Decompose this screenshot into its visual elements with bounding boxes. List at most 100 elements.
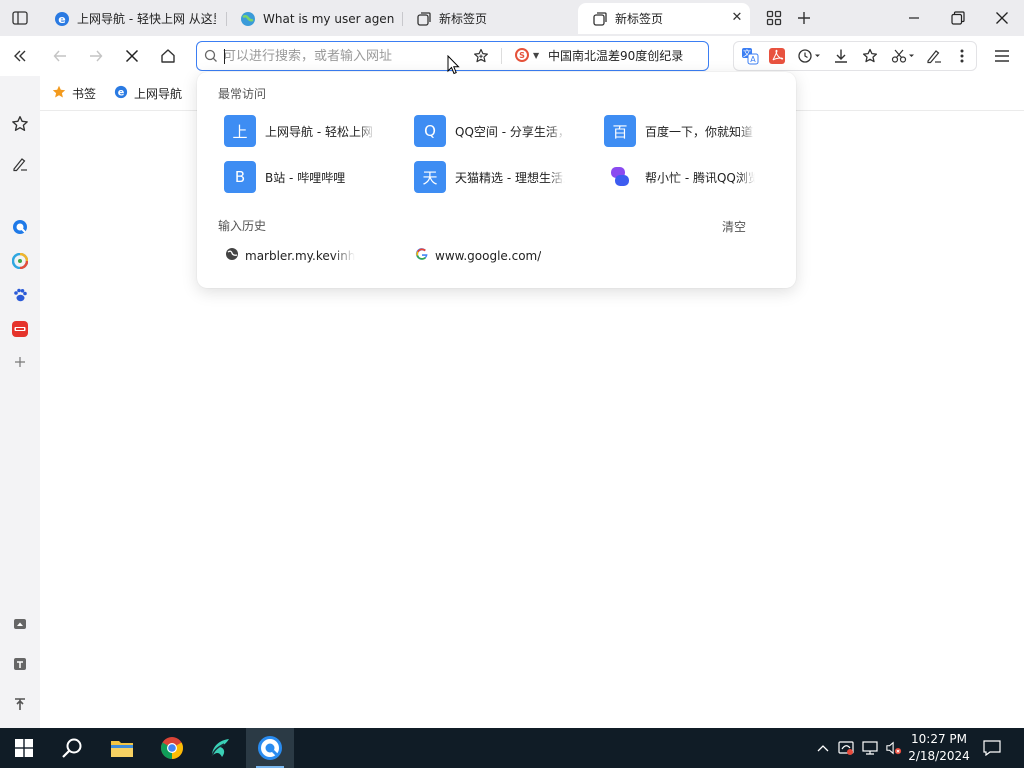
site-initial-tile: 上 [224, 115, 256, 147]
bookmark-folder[interactable]: 书签 [52, 85, 96, 102]
tray-app-icon[interactable] [838, 740, 854, 756]
sidebar-toggle-icon[interactable] [10, 8, 30, 28]
history-text: www.google.com/ [435, 248, 542, 263]
globe-icon [240, 11, 256, 27]
close-icon[interactable]: ✕ [730, 11, 744, 25]
address-suggestion-dropdown: 最常访问 上 上网导航 - 轻松上网，从这里开始 Q QQ空间 - 分享生活，留… [197, 72, 796, 288]
network-icon[interactable] [862, 740, 878, 756]
site-name: 百度一下，你就知道 [645, 124, 754, 139]
forward-icon[interactable] [85, 45, 107, 67]
start-button[interactable] [0, 728, 48, 768]
clock-time: 10:27 PM [911, 732, 967, 746]
helper-app-icon [604, 161, 636, 193]
download-icon[interactable] [831, 46, 851, 66]
close-window-button[interactable] [990, 6, 1014, 30]
url-input[interactable] [223, 46, 443, 66]
edit-sign-icon[interactable] [924, 46, 944, 66]
input-history-heading: 输入历史 [218, 219, 267, 233]
qq-browser-taskbar-icon[interactable] [246, 728, 294, 768]
globe-icon [225, 247, 239, 264]
frequent-site-item[interactable]: B B站 - 哔哩哔哩 [224, 161, 394, 193]
bookmark-label: 上网导航 [134, 87, 183, 101]
hot-search-suggestion[interactable]: 中国南北温差90度创纪录 [548, 47, 683, 64]
more-vertical-icon[interactable] [952, 46, 972, 66]
site-initial-tile: Q [414, 115, 446, 147]
minimize-button[interactable] [902, 6, 926, 30]
frequent-site-item[interactable]: 百 百度一下，你就知道 [604, 115, 774, 147]
ie-e-icon: e [114, 85, 128, 102]
clock-date: 2/18/2024 [908, 749, 970, 763]
notes-pen-icon[interactable] [10, 154, 30, 174]
frequent-site-item[interactable]: 上 上网导航 - 轻松上网，从这里开始 [224, 115, 394, 147]
svg-text:e: e [118, 88, 125, 99]
tab-new-tab[interactable]: 新标签页 [402, 3, 572, 34]
text-tool-icon[interactable] [10, 654, 30, 674]
divider [501, 48, 502, 64]
star-folder-icon [52, 85, 66, 102]
tab-user-agent[interactable]: What is my user agent? [226, 3, 394, 34]
tab-title: What is my user agent? [263, 11, 394, 26]
frequent-site-item[interactable]: Q QQ空间 - 分享生活，留住感动 [414, 115, 584, 147]
new-tab-plus-icon[interactable] [794, 8, 814, 28]
system-clock[interactable]: 10:27 PM 2/18/2024 [906, 731, 972, 765]
favorites-star-icon[interactable] [10, 114, 30, 134]
frequent-site-item[interactable]: 天 天猫精选 - 理想生活上天猫 [414, 161, 584, 193]
frequent-site-item[interactable]: 帮小忙 - 腾讯QQ浏览器 [604, 161, 774, 193]
ie-e-icon: e [54, 11, 70, 27]
search-engine-selector[interactable]: S ▼ [515, 48, 539, 62]
notification-icon[interactable] [983, 740, 1001, 756]
tab-new-tab-active[interactable]: 新标签页 ✕ [578, 3, 750, 34]
screenshot-scissors-icon[interactable] [890, 46, 918, 66]
svg-text:A: A [750, 55, 756, 64]
site-name: 天猫精选 - 理想生活上天猫 [455, 170, 565, 185]
sogou-icon: S [515, 48, 529, 62]
clear-history-button[interactable]: 清空 [722, 218, 746, 235]
bookmark-star-icon[interactable] [473, 48, 489, 67]
qq-browser-icon[interactable] [10, 217, 30, 237]
translate-icon[interactable]: 文A [740, 46, 760, 66]
history-item[interactable]: marbler.my.kevinhenry [225, 247, 355, 264]
chevron-down-icon: ▼ [533, 50, 540, 60]
tab-page-icon [416, 11, 432, 27]
volume-muted-icon[interactable] [886, 740, 902, 756]
back-icon[interactable] [49, 45, 71, 67]
bookmark-nav-home[interactable]: e 上网导航 [114, 85, 182, 102]
chevron-up-icon[interactable] [815, 740, 831, 756]
frequent-visits-heading: 最常访问 [218, 87, 267, 101]
site-name: 帮小忙 - 腾讯QQ浏览器 [645, 170, 755, 185]
favorites-icon[interactable] [860, 46, 880, 66]
history-item[interactable]: www.google.com/ [415, 247, 541, 264]
site-initial-tile: 天 [414, 161, 446, 193]
tab-nav-home[interactable]: e 上网导航 - 轻快上网 从这里开始 [40, 3, 216, 34]
pin-icon[interactable] [10, 694, 30, 714]
site-name: 上网导航 - 轻松上网，从这里开始 [265, 124, 375, 139]
site-name: QQ空间 - 分享生活，留住感动 [455, 124, 565, 139]
weibo-red-icon[interactable] [10, 319, 30, 339]
bookmark-label: 书签 [72, 87, 97, 101]
color-app-icon[interactable] [10, 251, 30, 271]
collapse-sidebar-icon[interactable] [9, 45, 31, 67]
baidu-paw-icon[interactable] [10, 285, 30, 305]
stop-loading-icon[interactable] [121, 45, 143, 67]
app-swirl-icon[interactable] [196, 728, 244, 768]
add-plus-icon[interactable] [10, 352, 30, 372]
site-name: B站 - 哔哩哔哩 [265, 170, 346, 185]
history-text: marbler.my.kevinhenry [245, 248, 355, 263]
menu-icon[interactable] [992, 46, 1012, 66]
left-sidebar [0, 76, 40, 728]
restore-button[interactable] [946, 6, 970, 30]
text-caret [224, 49, 225, 64]
tab-grid-icon[interactable] [764, 8, 784, 28]
search-icon[interactable] [48, 728, 96, 768]
file-explorer-icon[interactable] [98, 728, 146, 768]
svg-text:e: e [58, 13, 65, 26]
home-icon[interactable] [157, 45, 179, 67]
pdf-icon[interactable] [767, 46, 787, 66]
chrome-icon[interactable] [148, 728, 196, 768]
gallery-icon[interactable] [10, 614, 30, 634]
site-initial-tile: 百 [604, 115, 636, 147]
tab-title: 新标签页 [439, 12, 488, 26]
tab-page-icon [592, 11, 608, 27]
history-icon[interactable] [796, 46, 824, 66]
taskbar: 10:27 PM 2/18/2024 [0, 728, 1024, 768]
